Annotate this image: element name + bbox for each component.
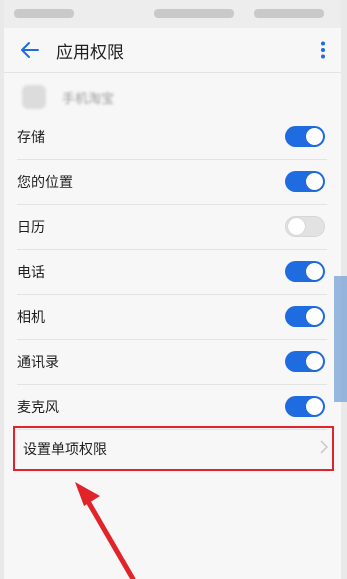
annotation-arrow bbox=[75, 482, 136, 579]
